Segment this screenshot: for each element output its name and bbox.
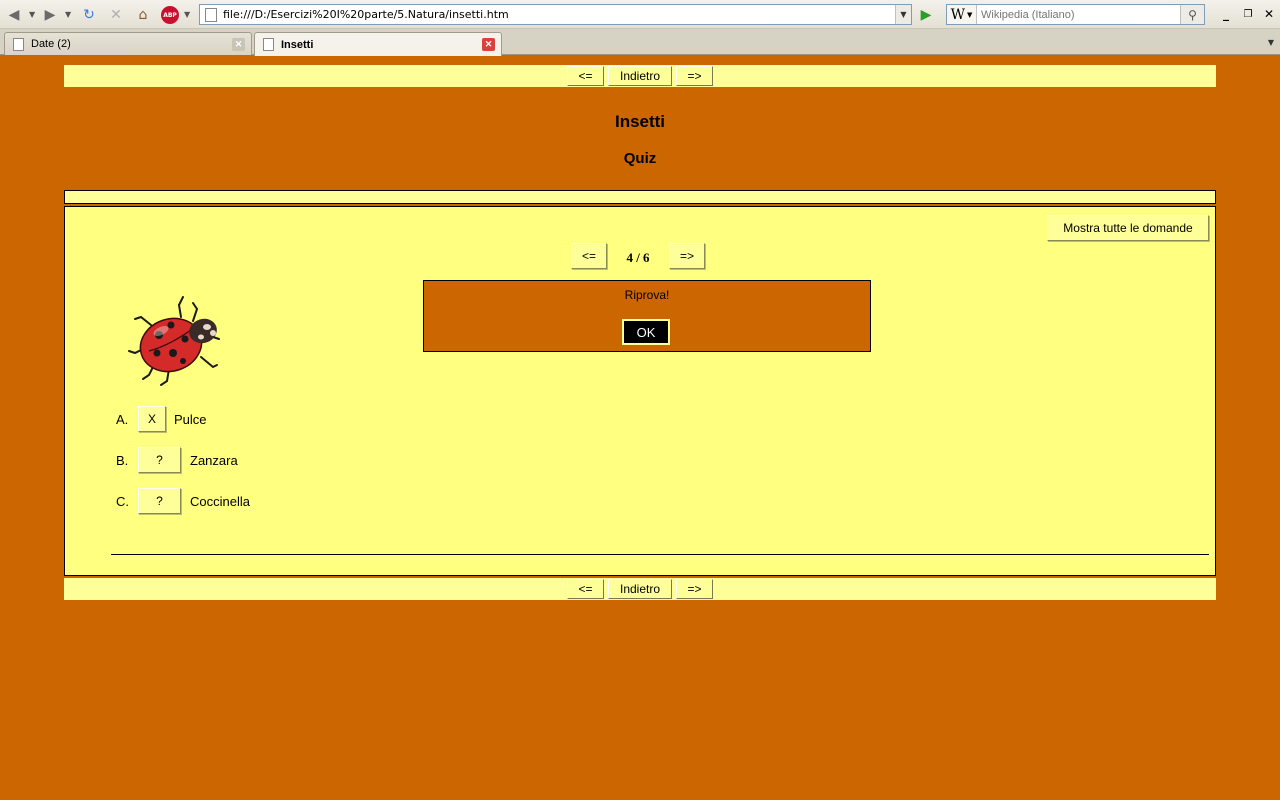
back-icon[interactable]: ◀ (4, 5, 24, 25)
tab-label: Insetti (281, 38, 314, 51)
answer-c-text: Coccinella (190, 494, 250, 509)
url-text[interactable]: file:///D:/Esercizi%20I%20parte/5.Natura… (223, 8, 895, 21)
page-icon (263, 38, 274, 51)
search-engine-selector[interactable]: W ▼ (947, 5, 977, 24)
ladybug-image (128, 296, 220, 386)
adblock-badge: ABP (161, 6, 179, 24)
tab-close-icon[interactable]: ✕ (232, 38, 245, 51)
ok-button[interactable]: OK (622, 319, 670, 345)
back-history-chevron-icon[interactable]: ▼ (29, 10, 37, 19)
bottom-navbar: <= Indietro => (64, 578, 1216, 600)
url-history-chevron-icon[interactable]: ▼ (895, 5, 911, 24)
go-icon[interactable]: ▶ (915, 5, 937, 25)
search-icon[interactable]: ⚲ (1180, 5, 1204, 24)
page-icon (205, 7, 217, 22)
header-strip (64, 190, 1216, 204)
tab-label: Date (2) (31, 38, 71, 50)
restore-icon[interactable]: ❐ (1240, 6, 1256, 22)
tab-date[interactable]: Date (2) ✕ (4, 32, 252, 55)
forward-history-chevron-icon[interactable]: ▼ (65, 10, 73, 19)
tab-insetti[interactable]: Insetti ✕ (254, 32, 502, 56)
back-button[interactable]: Indietro (608, 66, 672, 86)
reload-icon[interactable]: ↻ (79, 5, 99, 25)
stop-icon[interactable]: ✕ (106, 5, 126, 25)
close-window-icon[interactable]: ✕ (1261, 6, 1277, 22)
back-button[interactable]: Indietro (608, 579, 672, 599)
show-all-questions-button[interactable]: Mostra tutte le domande (1047, 215, 1209, 241)
page-icon (13, 37, 24, 51)
adblock-icon[interactable]: ABP (160, 5, 180, 25)
answer-a-letter: A. (116, 412, 129, 427)
next-page-button[interactable]: => (676, 579, 713, 599)
top-navbar: <= Indietro => (64, 65, 1216, 87)
page-title: Insetti (614, 112, 666, 131)
answer-b-letter: B. (116, 453, 129, 468)
page-subtitle: Quiz (623, 150, 657, 167)
search-bar[interactable]: W▼ ⚲ (946, 4, 1205, 25)
tab-strip: Date (2) ✕ Insetti ✕ ▼ (0, 29, 1280, 56)
next-page-button[interactable]: => (676, 66, 713, 86)
wikipedia-icon: W (950, 6, 965, 23)
answer-c-button[interactable]: ? (138, 488, 181, 514)
tab-close-icon[interactable]: ✕ (482, 38, 495, 51)
answer-b-text: Zanzara (190, 453, 238, 468)
prev-page-button[interactable]: <= (567, 579, 604, 599)
next-question-button[interactable]: => (669, 243, 705, 269)
prev-page-button[interactable]: <= (567, 66, 604, 86)
feedback-box: Riprova! OK (423, 280, 871, 352)
adblock-menu-chevron-icon[interactable]: ▼ (184, 10, 192, 19)
chevron-down-icon: ▼ (967, 10, 973, 19)
answer-c-letter: C. (116, 494, 129, 509)
quiz-panel: Mostra tutte le domande <= 4 / 6 => Ripr… (64, 206, 1216, 576)
divider (111, 554, 1209, 555)
search-input[interactable] (977, 8, 1180, 21)
home-icon[interactable]: ⌂ (133, 5, 153, 25)
answer-b-button[interactable]: ? (138, 447, 181, 473)
feedback-message: Riprova! (624, 288, 670, 302)
browser-toolbar: ◀ ▼ ▶ ▼ ↻ ✕ ⌂ ABP ▼ file:///D:/Esercizi%… (0, 0, 1280, 29)
prev-question-button[interactable]: <= (571, 243, 607, 269)
question-counter: 4 / 6 (626, 250, 650, 265)
forward-icon[interactable]: ▶ (40, 5, 60, 25)
answer-a-button[interactable]: X (138, 406, 166, 432)
tab-list-chevron-icon[interactable]: ▼ (1264, 34, 1278, 50)
url-bar[interactable]: file:///D:/Esercizi%20I%20parte/5.Natura… (199, 4, 912, 25)
minimize-icon[interactable]: _ (1218, 6, 1234, 22)
answer-a-text: Pulce (174, 412, 207, 427)
